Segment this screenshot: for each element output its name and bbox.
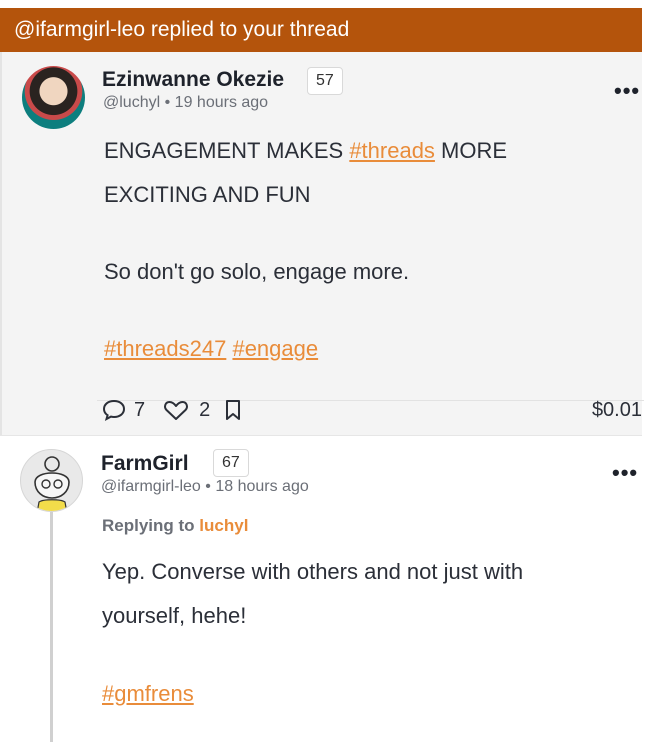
author-handle[interactable]: @ifarmgirl-leo bbox=[101, 478, 201, 495]
meta-separator: • bbox=[164, 94, 171, 111]
comment-icon bbox=[102, 399, 126, 421]
reply-hashtags: #gmfrens bbox=[102, 672, 194, 716]
post-text: ENGAGEMENT MAKES bbox=[104, 138, 350, 163]
comment-count: 7 bbox=[134, 398, 146, 421]
heart-icon bbox=[164, 401, 189, 420]
like-button[interactable]: 2 bbox=[163, 399, 210, 422]
post-text: MORE bbox=[434, 138, 508, 163]
post-hashtags: #threads247 #engage bbox=[104, 327, 318, 371]
post-time[interactable]: 19 hours ago bbox=[175, 94, 268, 111]
hashtag-link[interactable]: #threads bbox=[349, 138, 435, 163]
post-text: EXCITING AND FUN bbox=[104, 182, 311, 207]
replying-to: Replying to luchyl bbox=[102, 516, 248, 536]
bookmark-button[interactable] bbox=[224, 399, 242, 421]
avatar[interactable] bbox=[20, 449, 83, 512]
more-options-icon[interactable]: ••• bbox=[614, 78, 640, 104]
avatar[interactable] bbox=[22, 66, 85, 129]
payout-amount[interactable]: $0.01 bbox=[592, 399, 642, 422]
post-body-heading: ENGAGEMENT MAKES #threads MORE EXCITING … bbox=[104, 129, 507, 217]
post-meta: @luchyl • 19 hours ago bbox=[103, 94, 268, 112]
replying-user-link[interactable]: luchyl bbox=[199, 516, 248, 535]
reply-meta: @ifarmgirl-leo • 18 hours ago bbox=[101, 478, 309, 496]
author-name[interactable]: Ezinwanne Okezie bbox=[102, 68, 284, 92]
hashtag-link[interactable]: #engage bbox=[232, 336, 318, 361]
notification-text: @ifarmgirl-leo replied to your thread bbox=[14, 18, 350, 41]
replying-label: Replying to bbox=[102, 516, 195, 535]
author-handle[interactable]: @luchyl bbox=[103, 94, 160, 111]
like-count: 2 bbox=[199, 398, 211, 421]
meta-separator: • bbox=[205, 478, 211, 495]
comment-button[interactable]: 7 bbox=[102, 399, 145, 422]
cartoon-avatar-icon bbox=[34, 456, 70, 511]
post-body-paragraph: So don't go solo, engage more. bbox=[104, 259, 410, 284]
reply-body: Yep. Converse with others and not just w… bbox=[102, 550, 523, 638]
original-thread-card: Ezinwanne Okezie 57 @luchyl • 19 hours a… bbox=[0, 52, 644, 435]
reply-notification-banner[interactable]: @ifarmgirl-leo replied to your thread bbox=[0, 8, 642, 52]
reply-time[interactable]: 18 hours ago bbox=[215, 478, 308, 495]
author-name[interactable]: FarmGirl bbox=[101, 452, 189, 476]
reply-text: yourself, hehe! bbox=[102, 603, 247, 628]
hashtag-link[interactable]: #threads247 bbox=[104, 336, 226, 361]
post-actions: 7 2 $0.01 bbox=[102, 394, 644, 426]
reply-text: Yep. Converse with others and not just w… bbox=[102, 559, 524, 584]
hashtag-link[interactable]: #gmfrens bbox=[102, 681, 194, 706]
bookmark-icon bbox=[226, 400, 241, 420]
thread-connector-line bbox=[50, 512, 53, 742]
reputation-badge: 57 bbox=[307, 67, 343, 95]
reply-card: FarmGirl 67 @ifarmgirl-leo • 18 hours ag… bbox=[0, 435, 642, 742]
reputation-badge: 67 bbox=[213, 449, 249, 477]
more-options-icon[interactable]: ••• bbox=[612, 460, 638, 486]
